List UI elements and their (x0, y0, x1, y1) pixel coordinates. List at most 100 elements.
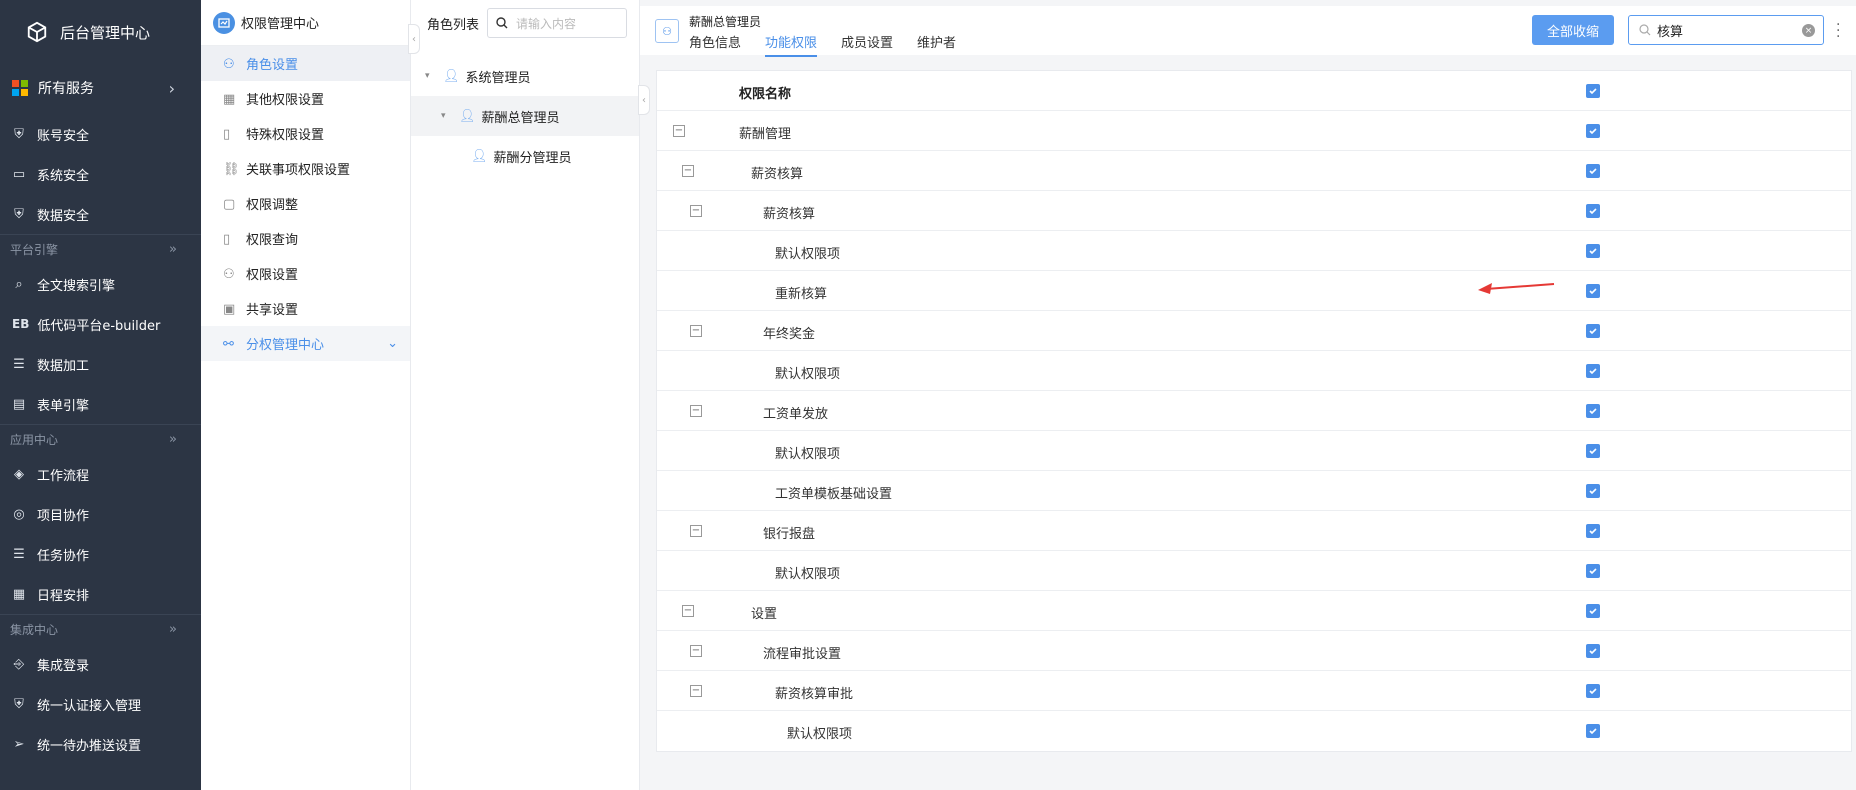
permission-checkbox[interactable] (1586, 484, 1600, 498)
table-row: 默认权限项 (657, 351, 1851, 391)
tree-item-salary-sub-admin[interactable]: 👤︎ 薪酬分管理员 (411, 136, 639, 176)
nav-label: 低代码平台e-builder (37, 318, 161, 334)
double-chevron-icon: » (169, 432, 177, 447)
permission-checkbox[interactable] (1586, 364, 1600, 378)
table-row: − 年终奖金 (657, 311, 1851, 351)
permission-checkbox[interactable] (1586, 324, 1600, 338)
tab-member-settings[interactable]: 成员设置 (841, 32, 893, 57)
tab-function-permission[interactable]: 功能权限 (765, 32, 818, 57)
permission-checkbox[interactable] (1586, 644, 1600, 658)
role-list-header: 角色列表 请输入内容 (411, 0, 639, 46)
tree-label: 系统管理员 (465, 70, 531, 86)
permission-name: 流程审批设置 (763, 647, 842, 662)
share-icon: ▣ (223, 301, 236, 317)
permission-search-value: 核算 (1657, 24, 1684, 40)
permission-checkbox[interactable] (1586, 604, 1600, 618)
nav-group-integration[interactable]: 集成中心 » (0, 614, 201, 644)
collapse-toggle-icon[interactable]: − (690, 525, 702, 537)
menu-share-settings[interactable]: ▣ 共享设置 (201, 291, 410, 326)
table-row: 默认权限项 (657, 711, 1851, 751)
collapse-toggle-icon[interactable]: − (682, 165, 694, 177)
permission-search-input[interactable]: 核算 × (1628, 15, 1824, 45)
role-search-input[interactable]: 请输入内容 (487, 8, 628, 38)
app-header[interactable]: 后台管理中心 (0, 0, 201, 64)
shield-icon: ⛨ (14, 126, 24, 142)
form-icon: ▤ (12, 396, 26, 412)
tab-role-info[interactable]: 角色信息 (689, 32, 741, 57)
nav-item-auth[interactable]: ⛨ 统一认证接入管理 (0, 684, 201, 724)
permission-name: 默认权限项 (775, 567, 841, 582)
nav-group-app[interactable]: 应用中心 » (0, 424, 201, 454)
expand-panel-button[interactable]: ‹ (638, 85, 650, 115)
permission-checkbox[interactable] (1586, 724, 1600, 738)
tree-item-salary-admin[interactable]: ▾ 👤︎ 薪酬总管理员 (411, 96, 639, 136)
nav-item-ebuilder[interactable]: EB 低代码平台e-builder (0, 304, 201, 344)
collapse-toggle-icon[interactable]: − (690, 405, 702, 417)
permission-name: 薪资核算 (763, 207, 816, 222)
menu-other-permissions[interactable]: ▦ 其他权限设置 (201, 81, 410, 116)
menu-label: 关联事项权限设置 (246, 163, 351, 178)
column-header-permission-name: 权限名称 (739, 87, 792, 102)
nav-item-system-security[interactable]: ▭ 系统安全 (0, 154, 201, 194)
caret-down-icon: ▾ (425, 71, 430, 81)
all-services-button[interactable]: 所有服务 › (0, 70, 201, 106)
permission-name: 设置 (751, 607, 778, 622)
permission-checkbox[interactable] (1586, 404, 1600, 418)
nav-group-platform[interactable]: 平台引擎 » (0, 234, 201, 264)
tab-maintainer[interactable]: 维护者 (917, 32, 956, 57)
select-all-checkbox[interactable] (1586, 84, 1600, 98)
permission-checkbox[interactable] (1586, 124, 1600, 138)
menu-permission-adjust[interactable]: ▢ 权限调整 (201, 186, 410, 221)
collapse-toggle-icon[interactable]: − (673, 125, 685, 137)
collapse-toggle-icon[interactable]: − (690, 325, 702, 337)
nav-item-sso[interactable]: ⎆ 集成登录 (0, 644, 201, 684)
collapse-toggle-icon[interactable]: − (690, 685, 702, 697)
menu-role-settings[interactable]: ⚇ 角色设置 (201, 46, 410, 81)
permission-checkbox[interactable] (1586, 444, 1600, 458)
double-chevron-icon: » (169, 622, 177, 637)
permission-checkbox[interactable] (1586, 244, 1600, 258)
collapse-toggle-icon[interactable]: − (690, 205, 702, 217)
role-search-placeholder: 请输入内容 (516, 16, 577, 31)
permission-checkbox[interactable] (1586, 524, 1600, 538)
nav-item-fulltext-search[interactable]: ⌕ 全文搜索引擎 (0, 264, 201, 304)
nav-item-data-security[interactable]: ⛨ 数据安全 (0, 194, 201, 234)
menu-special-permissions[interactable]: ▯ 特殊权限设置 (201, 116, 410, 151)
collapse-toggle-icon[interactable]: − (690, 645, 702, 657)
nav-item-schedule[interactable]: ▦ 日程安排 (0, 574, 201, 614)
nav-item-todo-push[interactable]: ➢ 统一待办推送设置 (0, 724, 201, 764)
role-list-panel: ‹ 角色列表 请输入内容 ▾ 👤︎ 系统管理员 ▾ 👤︎ 薪酬总管理员 👤︎ 薪酬分管理员 (408, 0, 640, 790)
permission-name: 银行报盘 (763, 527, 816, 542)
collapse-panel-button[interactable]: ‹ (408, 24, 420, 54)
double-chevron-icon: » (169, 242, 177, 257)
more-options-icon[interactable]: · · · (1836, 18, 1840, 44)
nav-item-project[interactable]: ◎ 项目协作 (0, 494, 201, 534)
menu-permission-query[interactable]: ▯ 权限查询 (201, 221, 410, 256)
nav-group-label: 应用中心 (10, 433, 59, 447)
menu-related-permissions[interactable]: ⛓ 关联事项权限设置 (201, 151, 410, 186)
permission-checkbox[interactable] (1586, 164, 1600, 178)
nav-item-data-processing[interactable]: ☰ 数据加工 (0, 344, 201, 384)
menu-permission-settings[interactable]: ⚇ 权限设置 (201, 256, 410, 291)
clear-search-icon[interactable]: × (1802, 24, 1815, 37)
collapse-toggle-icon[interactable]: − (682, 605, 694, 617)
nav-label: 日程安排 (37, 588, 90, 604)
nav-label: 全文搜索引擎 (37, 278, 116, 294)
collapse-all-button[interactable]: 全部收缩 (1532, 15, 1614, 45)
permission-center-panel: 权限管理中心 ⚇ 角色设置 ▦ 其他权限设置 ▯ 特殊权限设置 ⛓ 关联事项权限设置 ▢… (201, 0, 411, 790)
permission-checkbox[interactable] (1586, 284, 1600, 298)
nav-item-form-engine[interactable]: ▤ 表单引擎 (0, 384, 201, 424)
tree-item-system-admin[interactable]: ▾ 👤︎ 系统管理员 (411, 56, 639, 96)
login-icon: ⎆ (13, 656, 25, 672)
nav-item-task[interactable]: ☰ 任务协作 (0, 534, 201, 574)
permission-checkbox[interactable] (1586, 564, 1600, 578)
permission-checkbox[interactable] (1586, 204, 1600, 218)
nav-item-workflow[interactable]: ◈ 工作流程 (0, 454, 201, 494)
search-icon (1639, 24, 1651, 36)
nav-item-account-security[interactable]: ⛨ 账号安全 (0, 114, 201, 154)
permission-checkbox[interactable] (1586, 684, 1600, 698)
menu-delegation-center[interactable]: ⚯ 分权管理中心 ⌄ (201, 326, 410, 361)
menu-label: 权限查询 (246, 233, 299, 248)
person-icon: 👤︎ (459, 108, 476, 124)
nav-label: 统一认证接入管理 (37, 698, 142, 714)
